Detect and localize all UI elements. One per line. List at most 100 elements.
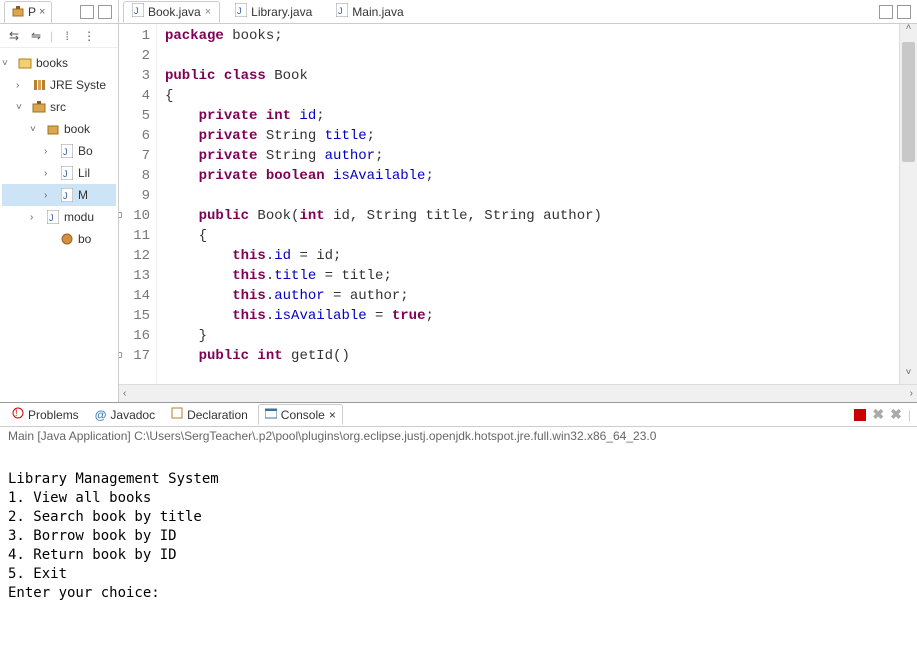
caret-down-icon[interactable]: ˅ <box>16 102 28 113</box>
svg-text:!: ! <box>15 408 18 418</box>
tree-project[interactable]: ˅ books <box>2 52 116 74</box>
tab-label: Problems <box>28 408 79 422</box>
java-file-icon: J <box>59 165 75 181</box>
java-file-icon: J <box>59 143 75 159</box>
caret-right-icon[interactable]: › <box>30 212 42 223</box>
tree-label: book <box>64 122 90 136</box>
problems-icon: ! <box>12 407 24 422</box>
tree-label: JRE Syste <box>50 78 106 92</box>
svg-text:J: J <box>49 213 54 223</box>
maximize-icon[interactable] <box>897 5 911 19</box>
scroll-up-icon[interactable]: ^ <box>900 24 917 40</box>
svg-text:J: J <box>134 6 139 16</box>
tab-console[interactable]: Console × <box>258 404 343 425</box>
editor-tab[interactable]: J Book.java × <box>123 1 220 23</box>
java-file-icon: J <box>59 187 75 203</box>
tab-javadoc[interactable]: @ Javadoc <box>89 406 161 424</box>
java-file-icon: J <box>45 209 61 225</box>
tree-src[interactable]: ˅ src <box>2 96 116 118</box>
fold-icon[interactable] <box>119 352 122 358</box>
line-gutter: 1 2 3 4 5 6 7 8 9 10 11 12 13 14 15 16 1… <box>119 24 157 384</box>
caret-right-icon[interactable]: › <box>44 190 56 201</box>
tab-label: Declaration <box>187 408 248 422</box>
caret-down-icon[interactable]: ˅ <box>2 58 14 69</box>
editor-tab[interactable]: J Library.java <box>226 1 321 23</box>
bottom-tab-bar: ! Problems @ Javadoc Declaration Console… <box>0 403 917 427</box>
tree-item[interactable]: › bo <box>2 228 116 250</box>
tree-label: modu <box>64 210 94 224</box>
scroll-left-icon[interactable]: ‹ <box>123 388 126 399</box>
editor-tab-label: Library.java <box>251 5 312 19</box>
sidebar-toolbar: ⇆ ⇋ | ⁞ ⋮ <box>0 24 118 48</box>
caret-right-icon[interactable]: › <box>16 80 28 91</box>
sidebar-tab-label: P <box>28 5 36 19</box>
link-editor-icon[interactable]: ⇋ <box>28 28 44 44</box>
library-icon <box>31 77 47 93</box>
caret-right-icon[interactable]: › <box>44 168 56 179</box>
package-explorer: P × ⇆ ⇋ | ⁞ ⋮ ˅ books › JRE Syst <box>0 0 119 402</box>
close-icon[interactable]: × <box>329 408 336 422</box>
remove-launch-icon[interactable]: ✖ <box>872 406 884 423</box>
project-icon <box>17 55 33 71</box>
tree-label: Bo <box>78 144 93 158</box>
caret-right-icon[interactable]: › <box>44 146 56 157</box>
tab-label: Javadoc <box>110 408 155 422</box>
java-file-icon: J <box>336 3 348 20</box>
scroll-right-icon[interactable]: › <box>910 388 913 399</box>
vertical-scrollbar[interactable]: ^ ˅ <box>899 24 917 384</box>
launch-description: Main [Java Application] C:\Users\SergTea… <box>0 427 917 445</box>
tree-package[interactable]: ˅ book <box>2 118 116 140</box>
tree-file[interactable]: › J Bo <box>2 140 116 162</box>
terminate-button[interactable] <box>854 409 866 421</box>
svg-text:J: J <box>63 169 68 179</box>
maximize-icon[interactable] <box>98 5 112 19</box>
minimize-icon[interactable] <box>80 5 94 19</box>
svg-text:J: J <box>237 6 242 16</box>
tree-label: Lil <box>78 166 90 180</box>
tree-label: books <box>36 56 68 70</box>
remove-all-icon[interactable]: ✖ <box>890 406 902 423</box>
tab-label: Console <box>281 408 325 422</box>
caret-down-icon[interactable]: ˅ <box>30 124 42 135</box>
package-explorer-icon <box>11 5 25 19</box>
src-folder-icon <box>31 99 47 115</box>
scroll-thumb[interactable] <box>902 42 915 162</box>
javadoc-icon: @ <box>95 408 107 422</box>
sidebar-tab-bar: P × <box>0 0 118 24</box>
editor-tab[interactable]: J Main.java <box>327 1 412 23</box>
bottom-panel: ! Problems @ Javadoc Declaration Console… <box>0 402 917 649</box>
minimize-icon[interactable] <box>879 5 893 19</box>
fold-icon[interactable] <box>119 212 122 218</box>
package-icon <box>45 121 61 137</box>
close-icon[interactable]: × <box>39 6 45 18</box>
code-editor[interactable]: 1 2 3 4 5 6 7 8 9 10 11 12 13 14 15 16 1… <box>119 24 917 384</box>
scroll-down-icon[interactable]: ˅ <box>900 368 917 384</box>
filter-icon[interactable]: ⁞ <box>59 28 75 44</box>
menu-icon[interactable]: ⋮ <box>81 28 97 44</box>
editor-area: J Book.java × J Library.java J Main.java… <box>119 0 917 402</box>
horizontal-scrollbar[interactable]: ‹ › <box>119 384 917 402</box>
module-icon <box>59 231 75 247</box>
tree-label: bo <box>78 232 91 246</box>
editor-tab-bar: J Book.java × J Library.java J Main.java <box>119 0 917 24</box>
tree-jre[interactable]: › JRE Syste <box>2 74 116 96</box>
tree-label: src <box>50 100 66 114</box>
console-icon <box>265 407 277 422</box>
close-icon[interactable]: × <box>205 6 211 18</box>
svg-text:J: J <box>338 6 343 16</box>
tree-file[interactable]: › J Lil <box>2 162 116 184</box>
java-file-icon: J <box>235 3 247 20</box>
tree-file-selected[interactable]: › J M <box>2 184 116 206</box>
console-output[interactable]: Library Management System 1. View all bo… <box>0 445 917 649</box>
collapse-all-icon[interactable]: ⇆ <box>6 28 22 44</box>
svg-text:J: J <box>63 191 68 201</box>
tree-module[interactable]: › J modu <box>2 206 116 228</box>
tab-declaration[interactable]: Declaration <box>165 405 254 424</box>
tab-problems[interactable]: ! Problems <box>6 405 85 424</box>
declaration-icon <box>171 407 183 422</box>
tree-label: M <box>78 188 88 202</box>
sidebar-tab[interactable]: P × <box>4 1 52 23</box>
editor-tab-label: Book.java <box>148 5 201 19</box>
svg-text:J: J <box>63 147 68 157</box>
code-content[interactable]: package books; public class Book{ privat… <box>157 24 899 384</box>
